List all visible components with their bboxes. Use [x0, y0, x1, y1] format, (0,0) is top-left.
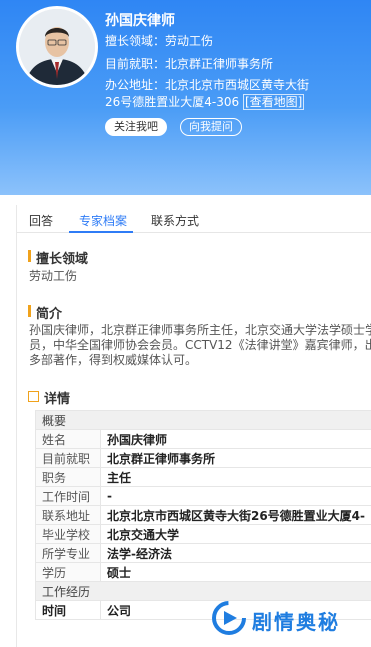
intro-line: 员，中华全国律师协会会员。CCTV12《法律讲堂》嘉宾律师，出	[29, 338, 371, 352]
profile-card: 回答 专家档案 联系方式 擅长领域 劳动工伤 简介 孙国庆律师，北京群正律师事务…	[16, 205, 371, 647]
column-time: 时间	[35, 600, 101, 620]
watermark-logo-icon	[212, 601, 246, 635]
address-label: 办公地址：	[105, 78, 166, 92]
section-marker-icon	[28, 250, 31, 262]
tab-expert-profile[interactable]: 专家档案	[79, 212, 127, 229]
section-marker-icon	[28, 305, 31, 317]
details-table: 概要 姓名 孙国庆律师 目前就职 北京群正律师事务所 职务 主任 工作时间 - 联系地址…	[35, 410, 371, 620]
site-watermark: 剧情奥秘	[205, 598, 365, 638]
row-key: 姓名	[35, 429, 101, 449]
lawyer-photo	[19, 9, 95, 85]
follow-button[interactable]: 关注我吧	[105, 118, 167, 136]
table-row: 所学专业 法学-经济法	[35, 543, 371, 563]
row-value: 硕士	[99, 562, 371, 582]
row-value: 北京北京市西城区黄寺大街26号德胜置业大厦4-	[99, 505, 371, 525]
profile-header: 孙国庆律师 擅长领域：劳动工伤 目前就职：北京群正律师事务所 办公地址：北京北京…	[0, 0, 371, 195]
row-value: 北京群正律师事务所	[99, 448, 371, 468]
table-row: 职务 主任	[35, 467, 371, 487]
active-tab-indicator	[69, 231, 133, 233]
firm-value: 北京群正律师事务所	[165, 57, 274, 71]
row-key: 毕业学校	[35, 524, 101, 544]
row-key: 职务	[35, 467, 101, 487]
table-row: 目前就职 北京群正律师事务所	[35, 448, 371, 468]
table-group-row: 概要	[35, 410, 371, 430]
row-value: 北京交通大学	[99, 524, 371, 544]
tab-contact[interactable]: 联系方式	[151, 212, 199, 229]
row-key: 联系地址	[35, 505, 101, 525]
row-value: 法学-经济法	[99, 543, 371, 563]
section-text-intro: 孙国庆律师，北京群正律师事务所主任，北京交通大学法学硕士学 员，中华全国律师协会…	[29, 323, 371, 368]
lawyer-name: 孙国庆律师	[105, 13, 175, 29]
row-key: 工作时间	[35, 486, 101, 506]
section-title-intro: 简介	[36, 307, 63, 322]
tab-bar: 回答 专家档案 联系方式	[17, 205, 371, 233]
address-row: 办公地址：北京北京市西城区黄寺大街26号德胜置业大厦4-306 [查看地图]	[105, 77, 323, 111]
overview-label: 概要	[35, 410, 371, 430]
field-label: 擅长领域：	[105, 34, 166, 48]
table-row: 联系地址 北京北京市西城区黄寺大街26号德胜置业大厦4-	[35, 505, 371, 525]
tab-answers[interactable]: 回答	[29, 212, 53, 229]
intro-line: 多部著作，得到权威媒体认可。	[29, 353, 198, 367]
firm-label: 目前就职：	[105, 57, 166, 71]
field-value: 劳动工伤	[165, 34, 214, 48]
avatar	[16, 6, 98, 88]
row-value: 孙国庆律师	[99, 429, 371, 449]
field-row: 擅长领域：劳动工伤	[105, 33, 213, 50]
section-text-field: 劳动工伤	[29, 269, 78, 283]
table-row: 毕业学校 北京交通大学	[35, 524, 371, 544]
watermark-text: 剧情奥秘	[252, 610, 340, 634]
ask-question-button[interactable]: 向我提问	[180, 118, 242, 136]
table-row: 姓名 孙国庆律师	[35, 429, 371, 449]
section-title-field: 擅长领域	[36, 252, 89, 267]
row-key: 学历	[35, 562, 101, 582]
detail-list-icon	[28, 391, 39, 402]
row-value: -	[99, 486, 371, 506]
section-title-detail: 详情	[44, 392, 71, 407]
intro-line: 孙国庆律师，北京群正律师事务所主任，北京交通大学法学硕士学	[29, 323, 371, 337]
firm-row: 目前就职：北京群正律师事务所	[105, 56, 273, 73]
row-key: 所学专业	[35, 543, 101, 563]
table-row: 学历 硕士	[35, 562, 371, 582]
table-row: 工作时间 -	[35, 486, 371, 506]
row-value: 主任	[99, 467, 371, 487]
view-map-link[interactable]: [查看地图]	[242, 94, 305, 110]
row-key: 目前就职	[35, 448, 101, 468]
